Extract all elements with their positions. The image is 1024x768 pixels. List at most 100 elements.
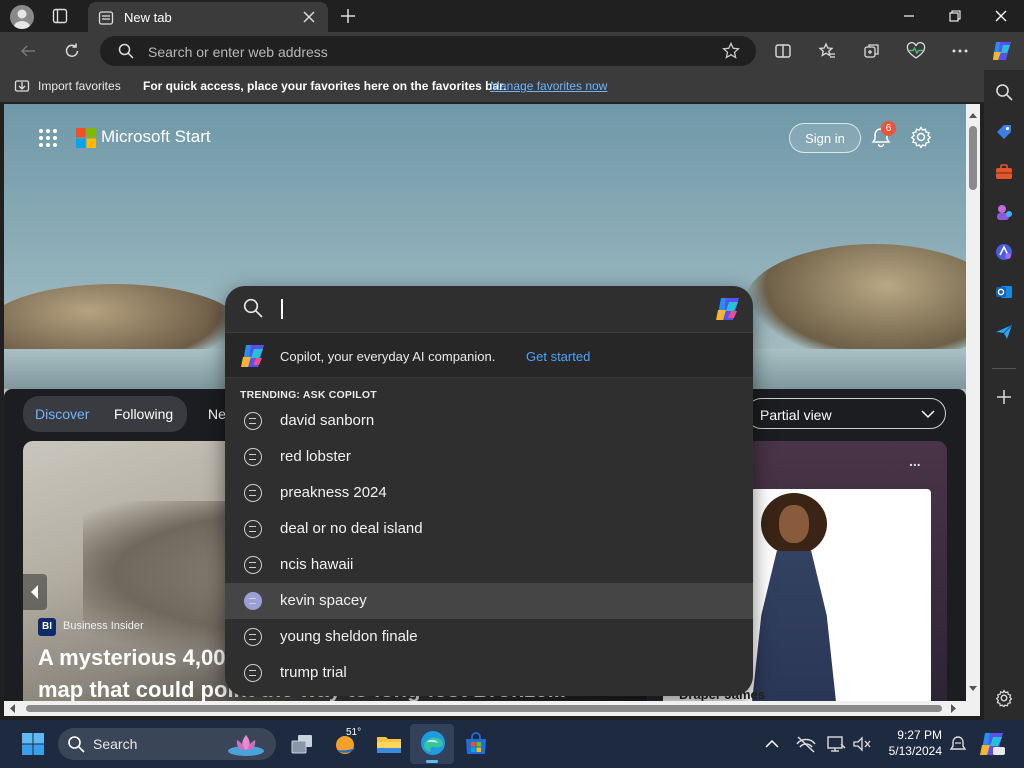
search-icon (243, 298, 263, 318)
suggestion-label: young sheldon finale (280, 628, 418, 645)
task-view-icon[interactable] (286, 728, 318, 760)
import-favorites-icon (14, 78, 30, 94)
new-tab-plus-icon[interactable] (340, 8, 356, 24)
suggestion-label: red lobster (280, 448, 351, 465)
copilot-icon[interactable] (989, 38, 1015, 64)
address-placeholder: Search or enter web address (148, 44, 328, 60)
suggestion-item[interactable]: red lobster (225, 439, 753, 475)
carousel-prev-button[interactable] (23, 574, 47, 610)
new-tab-page-icon (98, 10, 114, 26)
close-window-button[interactable] (978, 0, 1024, 32)
favorites-bar-message: For quick access, place your favorites h… (143, 79, 507, 93)
split-screen-icon[interactable] (770, 38, 796, 64)
network-icon[interactable] (790, 728, 822, 760)
model-dress (751, 551, 837, 701)
suggestion-item[interactable]: young sheldon finale (225, 619, 753, 655)
refresh-icon[interactable] (59, 38, 85, 64)
taskbar-search-label: Search (93, 736, 138, 752)
edge-taskbar-active[interactable] (410, 724, 454, 764)
tab-discover[interactable]: Discover (35, 406, 89, 422)
tab-actions-icon[interactable] (52, 8, 68, 24)
apps-grid-icon[interactable] (38, 128, 58, 148)
suggestion-label: deal or no deal island (280, 520, 423, 537)
manage-favorites-link[interactable]: Manage favorites now (490, 79, 607, 93)
notification-center-icon[interactable] (942, 728, 974, 760)
copilot-icon[interactable] (713, 294, 743, 324)
windows-start-icon[interactable] (17, 728, 49, 760)
scroll-right-arrow-icon[interactable] (948, 701, 958, 716)
profile-avatar[interactable] (10, 5, 34, 29)
suggestion-item[interactable]: ncis hawaii (225, 547, 753, 583)
chat-bubble-icon (244, 448, 262, 466)
windows-taskbar: Search 51° 9:27 PM 5/13/2024 (0, 720, 1024, 768)
chat-bubble-icon (244, 592, 262, 610)
minimize-button[interactable] (886, 0, 932, 32)
tools-briefcase-icon[interactable] (992, 160, 1016, 184)
copilot-taskbar-icon[interactable] (976, 728, 1008, 760)
games-icon[interactable] (992, 200, 1016, 224)
title-bar: New tab (0, 0, 1024, 32)
horizontal-scrollbar[interactable] (4, 701, 980, 716)
suggestion-item[interactable]: trump trial (225, 655, 753, 691)
show-hidden-icons-chevron[interactable] (756, 728, 788, 760)
search-icon (118, 43, 134, 59)
browser-essentials-icon[interactable] (903, 38, 929, 64)
chat-bubble-icon (244, 520, 262, 538)
text-cursor (281, 299, 283, 319)
suggestion-item[interactable]: david sanborn (225, 403, 753, 439)
close-tab-icon[interactable] (302, 10, 316, 24)
favorite-star-icon[interactable] (722, 42, 740, 60)
clock[interactable]: 9:27 PM 5/13/2024 (882, 727, 942, 759)
taskbar-search-box[interactable]: Search (58, 728, 276, 760)
sign-in-label: Sign in (805, 131, 845, 146)
scroll-up-arrow-icon[interactable] (966, 110, 980, 120)
suggestion-item[interactable]: deal or no deal island (225, 511, 753, 547)
scroll-left-arrow-icon[interactable] (8, 701, 18, 716)
more-options-icon[interactable] (947, 38, 973, 64)
file-explorer-icon[interactable] (373, 728, 405, 760)
edge-sidebar (984, 70, 1024, 720)
lotus-search-highlight-icon (226, 731, 266, 757)
shopping-tag-icon[interactable] (992, 120, 1016, 144)
search-input[interactable] (225, 286, 753, 332)
settings-gear-icon[interactable] (910, 126, 932, 148)
address-bar[interactable]: Search or enter web address (100, 36, 756, 66)
sign-in-button[interactable]: Sign in (789, 123, 861, 153)
brand-title: Microsoft Start (101, 127, 211, 146)
tab-new-tab[interactable]: New tab (88, 2, 328, 32)
chat-bubble-icon (244, 556, 262, 574)
sidebar-search-icon[interactable] (992, 80, 1016, 104)
sidebar-settings-icon[interactable] (992, 686, 1016, 710)
scroll-down-arrow-icon[interactable] (966, 684, 980, 694)
copilot-get-started-link[interactable]: Get started (526, 349, 590, 364)
microsoft-logo-icon (76, 128, 96, 148)
copilot-designer-icon[interactable] (992, 240, 1016, 264)
chat-bubble-icon (244, 664, 262, 682)
search-dropdown: Copilot, your everyday AI companion. Get… (225, 286, 753, 696)
add-sidebar-app-icon[interactable] (992, 385, 1016, 409)
suggestion-item[interactable]: kevin spacey (225, 583, 753, 619)
back-icon[interactable] (15, 38, 41, 64)
restore-button[interactable] (932, 0, 978, 32)
view-select[interactable]: Partial view (746, 398, 946, 429)
new-tab-page: Microsoft Start Sign in 6 Discover Follo… (4, 104, 966, 701)
article-source: Business Insider (63, 620, 144, 632)
vertical-scrollbar[interactable] (966, 104, 980, 701)
horizontal-scroll-thumb[interactable] (26, 705, 942, 712)
navigation-toolbar: Search or enter web address (0, 32, 1024, 70)
tab-news-partial[interactable]: Ne (208, 406, 226, 422)
volume-muted-icon[interactable] (846, 728, 878, 760)
vertical-scroll-thumb[interactable] (969, 126, 977, 190)
collections-icon[interactable] (859, 38, 885, 64)
import-favorites-link[interactable]: Import favorites (38, 79, 121, 93)
ad-more-options[interactable]: ... (909, 453, 921, 469)
suggestion-item[interactable]: preakness 2024 (225, 475, 753, 511)
copilot-promo: Copilot, your everyday AI companion. Get… (225, 332, 753, 378)
outlook-icon[interactable] (992, 280, 1016, 304)
microsoft-store-icon[interactable] (460, 728, 492, 760)
favorites-icon[interactable] (814, 38, 840, 64)
weather-temperature: 51° (346, 727, 362, 738)
drop-send-icon[interactable] (992, 320, 1016, 344)
tab-following[interactable]: Following (114, 406, 173, 422)
notification-badge: 6 (881, 121, 896, 136)
